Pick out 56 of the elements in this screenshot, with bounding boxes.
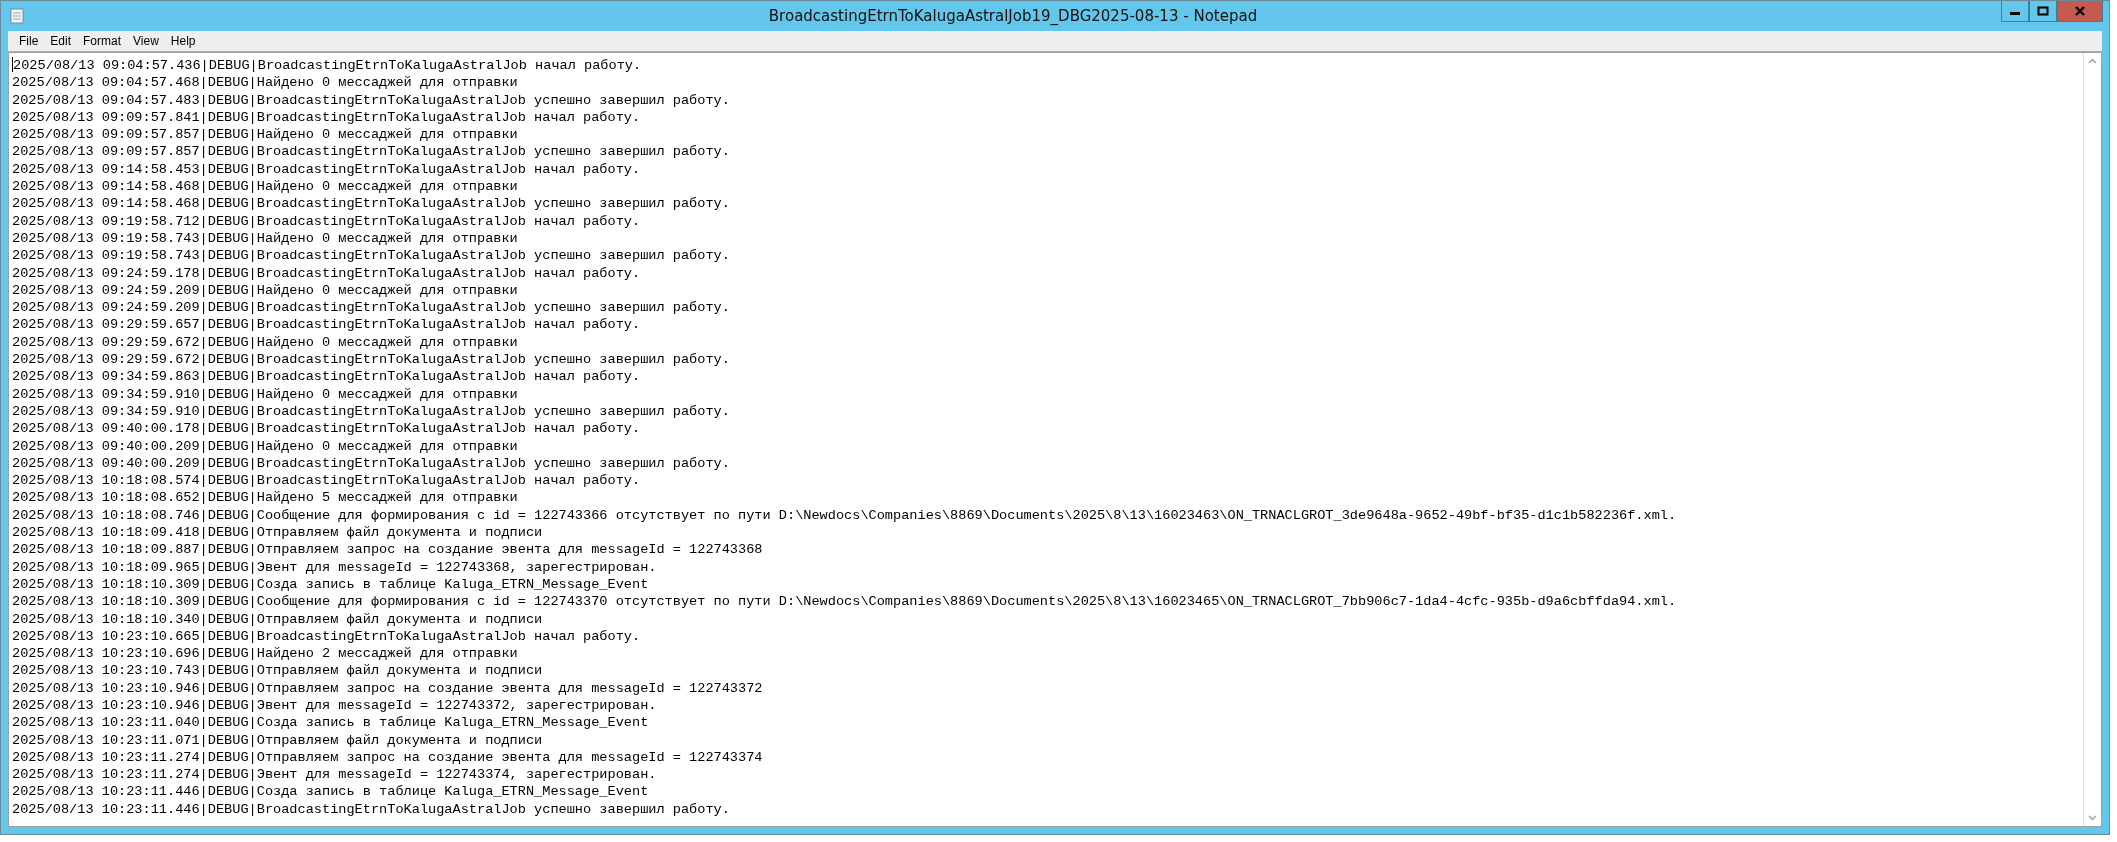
- log-line: 2025/08/13 10:18:10.309|DEBUG|Сообщение для формирования с id = 122743370 отсутствует по пути D:\Newdocs\Companies\8869\Documents\2025\8\13\16023465\ON_TRNACLGROT_7bb906c7-1da4-4cfc-935b-d9a6cbffda94.xml.: [12, 593, 1678, 611]
- log-line: 2025/08/13 10:23:11.446|DEBUG|Созда запись в таблице Kaluga_ETRN_Message_Event: [12, 783, 650, 801]
- log-line: 2025/08/13 09:34:59.910|DEBUG|Найдено 0 мессаджей для отправки: [12, 385, 519, 403]
- log-line: 2025/08/13 10:18:08.746|DEBUG|Сообщение для формирования с id = 122743366 отсутствует по пути D:\Newdocs\Companies\8869\Documents\2025\8\13\16023463\ON_TRNACLGROT_3de9648a-9652-49bf-bf35-d1c1b582236f.xml.: [12, 506, 1678, 524]
- log-line: 2025/08/13 09:40:00.209|DEBUG|Найдено 0 мессаджей для отправки: [12, 437, 519, 455]
- log-line: 2025/08/13 09:09:57.857|DEBUG|BroadcastingEtrnToKalugaAstralJob успешно завершил работу.: [12, 143, 731, 161]
- log-line: 2025/08/13 10:23:10.946|DEBUG|Отправляем запрос на создание эвента для messageId = 122743372: [12, 679, 764, 697]
- menu-item[interactable]: File: [13, 34, 45, 48]
- log-line: 2025/08/13 09:04:57.483|DEBUG|BroadcastingEtrnToKalugaAstralJob успешно завершил работу.: [12, 91, 731, 109]
- menu-item[interactable]: View: [127, 34, 165, 48]
- log-line: 2025/08/13 10:23:10.946|DEBUG|Эвент для messageId = 122743372, зарегестрирован.: [12, 697, 658, 715]
- log-line: 2025/08/13 09:24:59.209|DEBUG|BroadcastingEtrnToKalugaAstralJob успешно завершил работу.: [12, 299, 731, 317]
- log-line: 2025/08/13 09:09:57.857|DEBUG|Найдено 0 мессаджей для отправки: [12, 126, 519, 144]
- log-line: 2025/08/13 09:34:59.910|DEBUG|BroadcastingEtrnToKalugaAstralJob успешно завершил работу.: [12, 402, 731, 421]
- log-line: 2025/08/13 09:29:59.657|DEBUG|BroadcastingEtrnToKalugaAstralJob начал работу.: [12, 316, 642, 334]
- log-line: 2025/08/13 09:14:58.453|DEBUG|BroadcastingEtrnToKalugaAstralJob начал работу.: [12, 160, 642, 179]
- log-line: 2025/08/13 10:23:10.696|DEBUG|Найдено 2 мессаджей для отправки: [12, 645, 519, 663]
- log-line: 2025/08/13 10:18:10.340|DEBUG|Отправляем файл документа и подписи: [12, 610, 544, 628]
- log-line: 2025/08/13 09:24:59.178|DEBUG|BroadcastingEtrnToKalugaAstralJob начал работу.: [12, 264, 642, 282]
- log-line: 2025/08/13 09:19:58.712|DEBUG|BroadcastingEtrnToKalugaAstralJob начал работу.: [12, 212, 642, 230]
- log-line: 2025/08/13 09:09:57.841|DEBUG|BroadcastingEtrnToKalugaAstralJob начал работу.: [12, 108, 642, 127]
- log-line: 2025/08/13 10:23:11.274|DEBUG|Эвент для messageId = 122743374, зарегестрирован.: [12, 766, 658, 784]
- log-line: 2025/08/13 10:23:10.743|DEBUG|Отправляем файл документа и подписи: [12, 662, 544, 680]
- log-line: 2025/08/13 09:34:59.863|DEBUG|BroadcastingEtrnToKalugaAstralJob начал работу.: [12, 368, 642, 386]
- log-line: 2025/08/13 09:19:58.743|DEBUG|Найдено 0 мессаджей для отправки: [12, 229, 519, 248]
- window-title: BroadcastingEtrnToKalugaAstralJob19_DBG2025-08-13 - Notepad: [767, 7, 1259, 25]
- log-line: 2025/08/13 09:40:00.178|DEBUG|BroadcastingEtrnToKalugaAstralJob начал работу.: [12, 420, 642, 438]
- log-line: 2025/08/13 10:18:09.418|DEBUG|Отправляем файл документа и подписи: [12, 524, 544, 542]
- notepad-icon: [9, 8, 25, 24]
- log-line: 2025/08/13 10:23:10.665|DEBUG|BroadcastingEtrnToKalugaAstralJob начал работу.: [12, 627, 642, 646]
- maximize-button[interactable]: [2029, 1, 2057, 22]
- log-line: 2025/08/13 09:04:57.468|DEBUG|Найдено 0 мессаджей для отправки: [12, 74, 519, 92]
- maximize-icon: [2037, 6, 2049, 16]
- close-icon: [2074, 6, 2086, 16]
- log-line: 2025/08/13 10:18:09.887|DEBUG|Отправляем запрос на создание эвента для messageId = 122743368: [12, 541, 764, 559]
- menu-item[interactable]: Help: [164, 34, 202, 48]
- log-line: 2025/08/13 10:18:09.965|DEBUG|Эвент для messageId = 122743368, зарегестрирован.: [12, 558, 658, 576]
- log-line: 2025/08/13 09:04:57.436|DEBUG|BroadcastingEtrnToKalugaAstralJob начал работу.: [12, 57, 643, 75]
- log-line: 2025/08/13 09:29:59.672|DEBUG|Найдено 0 мессаджей для отправки: [12, 333, 519, 352]
- log-line: 2025/08/13 09:14:58.468|DEBUG|BroadcastingEtrnToKalugaAstralJob успешно завершил работу.: [12, 195, 731, 213]
- close-button[interactable]: [2057, 1, 2103, 22]
- log-line: 2025/08/13 10:18:10.309|DEBUG|Созда запись в таблице Kaluga_ETRN_Message_Event: [12, 575, 650, 594]
- menu-item[interactable]: Edit: [44, 34, 78, 48]
- log-line: 2025/08/13 10:23:11.040|DEBUG|Созда запись в таблице Kaluga_ETRN_Message_Event: [12, 714, 650, 732]
- log-line: 2025/08/13 10:23:11.446|DEBUG|BroadcastingEtrnToKalugaAstralJob успешно завершил работу.: [12, 800, 731, 819]
- minimize-button[interactable]: [2001, 1, 2029, 22]
- menu-item[interactable]: Format: [77, 34, 128, 48]
- log-line: 2025/08/13 10:23:11.274|DEBUG|Отправляем запрос на создание эвента для messageId = 122743374: [12, 748, 764, 767]
- log-line: 2025/08/13 10:18:08.652|DEBUG|Найдено 5 мессаджей для отправки: [12, 489, 519, 507]
- log-line: 2025/08/13 09:29:59.672|DEBUG|BroadcastingEtrnToKalugaAstralJob успешно завершил работу.: [12, 351, 731, 369]
- log-line: 2025/08/13 09:40:00.209|DEBUG|BroadcastingEtrnToKalugaAstralJob успешно завершил работу.: [12, 454, 731, 473]
- log-line: 2025/08/13 09:14:58.468|DEBUG|Найдено 0 мессаджей для отправки: [12, 178, 519, 196]
- log-line: 2025/08/13 10:18:08.574|DEBUG|BroadcastingEtrnToKalugaAstralJob начал работу.: [12, 472, 642, 490]
- log-line: 2025/08/13 09:24:59.209|DEBUG|Найдено 0 мессаджей для отправки: [12, 281, 519, 300]
- log-line: 2025/08/13 09:19:58.743|DEBUG|BroadcastingEtrnToKalugaAstralJob успешно завершил работу.: [12, 247, 731, 265]
- log-line: 2025/08/13 10:23:11.071|DEBUG|Отправляем файл документа и подписи: [12, 731, 544, 749]
